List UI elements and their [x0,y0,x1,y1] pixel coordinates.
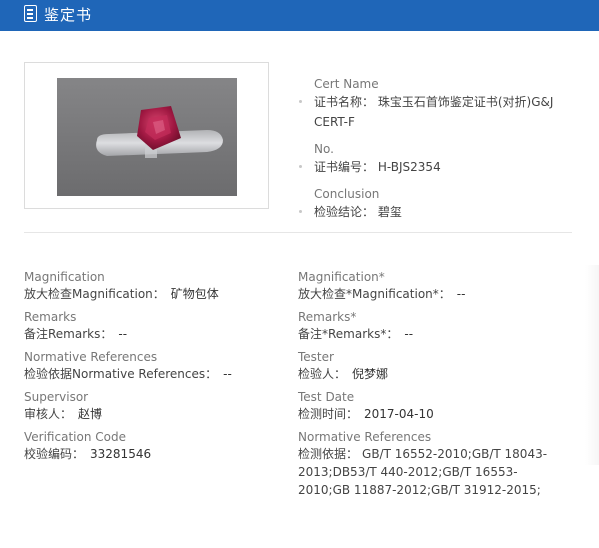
normative-field: Normative References 检验依据Normative Refer… [24,349,284,383]
section-divider [24,232,572,233]
cert-name-label-en: Cert Name [314,77,379,91]
test-standards-field: Normative References 检测依据： GB/T 16552-201… [298,429,568,499]
verification-value: 33281546 [90,447,152,461]
remarks-value: -- [118,327,128,341]
remarks-star-value: -- [404,327,414,341]
cert-info: Cert Name 证书名称： 珠宝玉石首饰鉴定证书(对折)G&J CERT-F… [299,76,584,231]
tester-field: Tester 检验人： 倪梦娜 [298,349,568,383]
remarks-label-zh: 备注Remarks： [24,327,113,341]
remarks-row: 备注Remarks： -- [24,325,284,343]
cert-name-label-zh: 证书名称： [314,95,375,109]
test-date-field: Test Date 检测时间： 2017-04-10 [298,389,568,423]
supervisor-value: 赵博 [78,407,103,421]
gem-photo-frame [24,62,269,209]
tester-label-en: Tester [298,350,334,364]
test-standards-label-en: Normative References [298,430,432,444]
test-date-label-en: Test Date [298,390,355,404]
magnification-star-label-zh: 放大检查*Magnification*： [298,287,451,301]
remarks-field: Remarks 备注Remarks： -- [24,309,284,343]
verification-label-en: Verification Code [24,430,126,444]
magnification-star-value: -- [456,287,466,301]
magnification-field: Magnification 放大检查Magnification： 矿物包体 [24,269,284,303]
conclusion-label-zh: 检验结论： [314,205,375,219]
test-standards-label-zh: 检测依据： [298,447,359,461]
gem-image [57,78,237,196]
cert-no-label-en: No. [314,142,334,156]
verification-row: 校验编码： 33281546 [24,445,284,463]
bullet-dot [299,165,302,168]
magnification-star-field: Magnification* 放大检查*Magnification*： -- [298,269,568,303]
verification-label-zh: 校验编码： [24,447,85,461]
test-date-row: 检测时间： 2017-04-10 [298,405,568,423]
conclusion-block: Conclusion 检验结论： 碧玺 [299,186,584,222]
tester-value: 倪梦娜 [352,367,389,381]
conclusion-row: 检验结论： 碧玺 [314,202,584,222]
bullet-dot [299,100,302,103]
magnification-star-row: 放大检查*Magnification*： -- [298,285,568,303]
normative-value: -- [223,367,232,381]
magnification-value: 矿物包体 [170,287,219,301]
remarks-star-row: 备注*Remarks*： -- [298,325,568,343]
supervisor-label-en: Supervisor [24,390,89,404]
magnification-row: 放大检查Magnification： 矿物包体 [24,285,284,303]
cert-no-row: 证书编号： H-BJS2354 [314,157,584,177]
test-date-value: 2017-04-10 [364,407,434,421]
supervisor-row: 审核人： 赵博 [24,405,284,423]
normative-row: 检验依据Normative References： -- [24,365,284,383]
right-details: Magnification* 放大检查*Magnification*： -- Re… [298,269,568,505]
cert-no-label-zh: 证书编号： [314,160,375,174]
supervisor-field: Supervisor 审核人： 赵博 [24,389,284,423]
test-standards-row: 检测依据： GB/T 16552-2010;GB/T 18043-2013;DB5… [298,445,568,499]
test-date-label-zh: 检测时间： [298,407,359,421]
tester-label-zh: 检验人： [298,367,347,381]
remarks-label-en: Remarks [24,310,77,324]
tester-row: 检验人： 倪梦娜 [298,365,568,383]
remarks-star-label-zh: 备注*Remarks*： [298,327,399,341]
cert-no-block: No. 证书编号： H-BJS2354 [299,141,584,177]
left-details: Magnification 放大检查Magnification： 矿物包体 Rem… [24,269,284,469]
header-bar: 鉴定书 [0,0,599,31]
document-icon [24,5,37,22]
page-title: 鉴定书 [44,6,93,24]
magnification-star-label-en: Magnification* [298,270,385,284]
normative-label-zh: 检验依据Normative References： [24,367,218,381]
cert-name-block: Cert Name 证书名称： 珠宝玉石首饰鉴定证书(对折)G&J CERT-F [299,76,584,132]
supervisor-label-zh: 审核人： [24,407,73,421]
conclusion-value: 碧玺 [377,205,402,219]
cert-name-row: 证书名称： 珠宝玉石首饰鉴定证书(对折)G&J CERT-F [314,92,584,132]
cert-no-value: H-BJS2354 [377,160,441,174]
edge-shadow [585,265,599,465]
verification-field: Verification Code 校验编码： 33281546 [24,429,284,463]
remarks-star-field: Remarks* 备注*Remarks*： -- [298,309,568,343]
bullet-dot [299,210,302,213]
normative-label-en: Normative References [24,350,158,364]
magnification-label-zh: 放大检查Magnification： [24,287,165,301]
gem-photo [57,78,237,196]
remarks-star-label-en: Remarks* [298,310,357,324]
magnification-label-en: Magnification [24,270,105,284]
conclusion-label-en: Conclusion [314,187,380,201]
